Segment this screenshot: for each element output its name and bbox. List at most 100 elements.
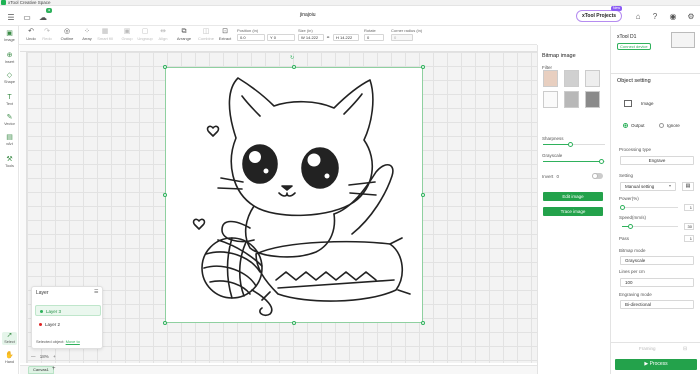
resize-handle-n[interactable] [292, 65, 296, 69]
sidebar-item-shape[interactable]: ◇ Shape [2, 72, 17, 85]
framing-options-icon[interactable]: ⊟ [683, 346, 687, 352]
layer-label: Layer 3 [46, 309, 62, 314]
bitmap-mode-label: Bitmap mode [619, 248, 646, 253]
filter-thumb-outline[interactable] [543, 91, 558, 108]
sidebar-item-label: xArt [6, 142, 13, 146]
power-value[interactable]: 1 [684, 204, 694, 211]
zoom-in-icon[interactable]: + [53, 354, 56, 359]
ignore-radio[interactable] [659, 123, 664, 128]
image-object[interactable] [165, 67, 423, 323]
invert-value: 0 [556, 174, 560, 179]
menu-icon[interactable]: ☰ [6, 13, 16, 23]
cloud-icon[interactable]: ☁ [38, 13, 48, 23]
setting-label: Setting [619, 173, 634, 178]
layer-label: Layer 2 [45, 322, 61, 327]
sharpness-label: Sharpness [542, 136, 564, 141]
settings-icon[interactable]: ⚙ [686, 12, 696, 22]
align-button[interactable]: ⇹ Align [154, 28, 172, 42]
smart-fill-icon: ▦ [101, 28, 109, 35]
process-button[interactable]: ▶ Process [615, 359, 697, 370]
power-slider-knob[interactable] [620, 205, 626, 210]
add-tab-icon[interactable]: + [52, 366, 56, 372]
store-icon[interactable]: ⌂ [633, 12, 643, 22]
array-button[interactable]: ⁘ Array [78, 28, 96, 42]
help-icon[interactable]: ? [650, 12, 660, 22]
output-radio[interactable] [623, 123, 628, 128]
xtool-projects-button[interactable]: xTool Projects [576, 10, 622, 22]
resize-handle-e[interactable] [421, 193, 425, 197]
bitmap-mode-select[interactable]: Grayscale [620, 256, 694, 265]
power-label: Power(%) [619, 196, 639, 201]
projects-new-badge: New [611, 6, 623, 11]
filter-thumb-grayscale[interactable] [564, 70, 579, 87]
ungroup-button[interactable]: ▢ Ungroup [136, 28, 154, 42]
filter-thumb-sketch[interactable] [585, 70, 600, 87]
pass-value[interactable]: 1 [684, 235, 694, 242]
redo-button[interactable]: ↷ Redo [38, 28, 56, 42]
position-label: Position (in) [237, 28, 259, 33]
combine-button[interactable]: ◫ Combine [197, 28, 215, 42]
sidebar-item-xart[interactable]: ▤ xArt [2, 134, 17, 147]
select-icon: ➚ [6, 332, 13, 339]
resize-handle-se[interactable] [421, 321, 425, 325]
resize-handle-ne[interactable] [421, 65, 425, 69]
layer-menu-icon[interactable]: ☰ [94, 289, 98, 295]
rotate-field[interactable]: 0 [364, 34, 384, 41]
resize-handle-sw[interactable] [163, 321, 167, 325]
smart-fill-button[interactable]: ▦ Smart fill [96, 28, 114, 42]
tab-canvas1[interactable]: Canvas1 [28, 366, 54, 374]
corner-radius-field[interactable]: 0 [391, 34, 413, 41]
invert-toggle[interactable] [592, 173, 603, 179]
position-x-field[interactable]: 0.0 [237, 34, 265, 41]
zoom-value[interactable]: 18% [40, 354, 49, 359]
outline-button[interactable]: ◎ Outline [58, 28, 76, 42]
layer-item[interactable]: Layer 2 [35, 319, 101, 330]
bitmap-panel-title: Bitmap image [542, 53, 576, 59]
image-icon: ▣ [6, 30, 13, 37]
rotate-handle-icon[interactable]: ↻ [290, 55, 294, 61]
sidebar-item-image[interactable]: ▣ Image [2, 30, 17, 43]
speed-value[interactable]: 30 [684, 223, 694, 230]
filter-thumb-dither[interactable] [564, 91, 579, 108]
resize-handle-nw[interactable] [163, 65, 167, 69]
arrange-button[interactable]: ⧉ Arrange [175, 28, 193, 42]
folder-icon[interactable]: ▭ [22, 13, 32, 23]
processing-type-button[interactable]: Engrave [620, 156, 694, 165]
sidebar-item-select[interactable]: ➚ Select [2, 332, 17, 345]
sidebar-item-text[interactable]: T Text [2, 94, 17, 107]
sidebar-item-vector[interactable]: ✎ Vector [2, 114, 17, 127]
setting-select[interactable]: Manual setting [620, 182, 676, 191]
tool-label: Outline [60, 36, 74, 41]
connect-device-button[interactable]: Connect device [617, 43, 651, 50]
resize-handle-w[interactable] [163, 193, 167, 197]
filter-thumb-original[interactable] [543, 70, 558, 87]
edit-image-button[interactable]: Edit image [543, 192, 603, 201]
extract-button[interactable]: ⊡ Extract [216, 28, 234, 42]
filter-thumb-emboss[interactable] [585, 91, 600, 108]
layer-item[interactable]: Layer 3 [35, 305, 101, 316]
width-field[interactable]: W 14.222 [298, 34, 324, 41]
group-button[interactable]: ▣ Group [118, 28, 136, 42]
position-y-field[interactable]: Y 0 [267, 34, 295, 41]
grayscale-slider-knob[interactable] [599, 159, 605, 164]
trace-image-button[interactable]: Trace image [543, 207, 603, 216]
sidebar-item-tools[interactable]: ⚒ Tools [2, 156, 17, 169]
height-field[interactable]: H 14.222 [333, 34, 359, 41]
zoom-out-icon[interactable]: — [31, 354, 36, 359]
tool-label: Combine [197, 36, 214, 41]
sharpness-slider-knob[interactable] [568, 142, 574, 147]
lines-per-cm-select[interactable]: 100 [620, 278, 694, 287]
resize-handle-s[interactable] [292, 321, 296, 325]
move-to-link[interactable]: Move to [66, 339, 80, 344]
framing-button[interactable]: Framing [639, 346, 656, 351]
sidebar-item-hand[interactable]: ✋ Hand [2, 352, 17, 365]
image-type-icon [624, 100, 632, 107]
divider-bottom [611, 342, 700, 343]
account-icon[interactable]: ◉ [668, 12, 678, 22]
material-library-icon[interactable]: ▤ [682, 182, 694, 191]
speed-slider-knob[interactable] [627, 224, 633, 229]
engraving-mode-select[interactable]: Bi-directional [620, 300, 694, 309]
lock-ratio-icon[interactable]: ⚭ [326, 35, 330, 41]
sidebar-item-insert[interactable]: ⊕ Insert [2, 52, 17, 65]
power-slider[interactable] [622, 207, 678, 208]
